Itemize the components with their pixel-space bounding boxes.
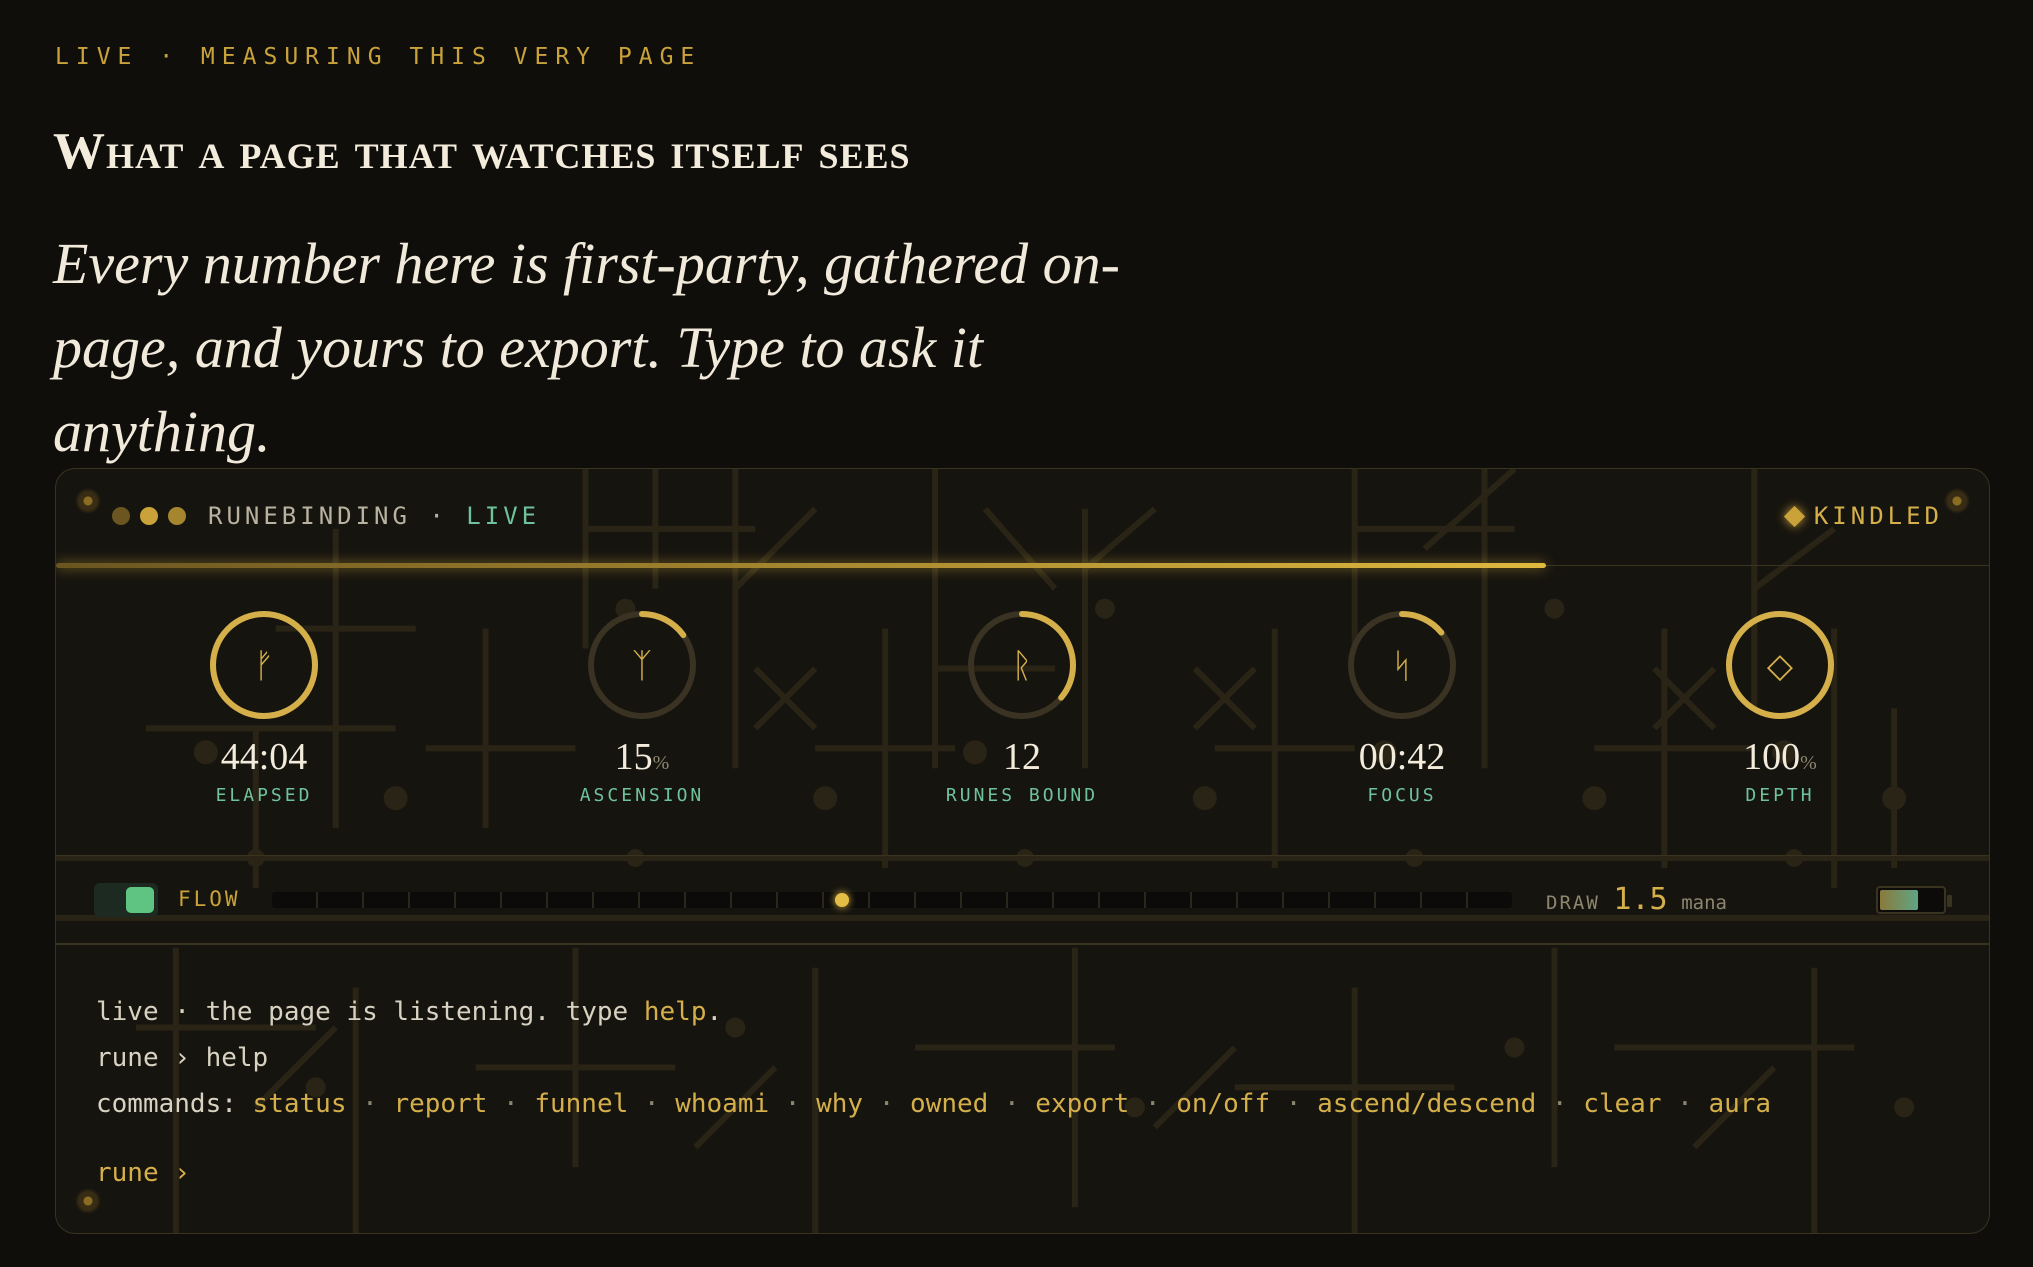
console-line: rune › help [96, 1043, 269, 1073]
state-label: KINDLED [1813, 502, 1943, 530]
panel-title: RUNEBINDING · LIVE [208, 502, 540, 530]
window-dots [112, 507, 186, 525]
command-owned[interactable]: owned [910, 1089, 988, 1119]
draw-value: 1.5 [1613, 882, 1668, 917]
command-report[interactable]: report [393, 1089, 487, 1119]
separator: · [769, 1089, 817, 1119]
separator: · [628, 1089, 676, 1119]
help-command: help [643, 997, 707, 1027]
flow-slider[interactable] [272, 892, 1512, 908]
gauge-row: ᚠ 44:04 ELAPSED ᛉ 15% ASCENSION ᚱ 12 RUNES BOUND… [56, 609, 1989, 809]
flow-row: FLOW DRAW 1.5 mana [56, 855, 1989, 945]
draw-label: DRAW [1546, 892, 1600, 914]
page: LIVE · MEASURING THIS VERY PAGE What a p… [0, 0, 2033, 1267]
ingwaz-rune-icon: ◇ [1767, 646, 1794, 686]
separator: · [988, 1089, 1036, 1119]
dot-icon [140, 507, 158, 525]
algiz-rune-icon: ᛉ [632, 646, 652, 686]
gauge-value: 15% [532, 735, 752, 779]
command-why[interactable]: why [816, 1089, 863, 1119]
console-text: . [706, 997, 723, 1027]
session-progress-bar [56, 563, 1546, 568]
gauge-number: 00:42 [1358, 736, 1446, 778]
gauge-ring: ᛉ [588, 611, 696, 719]
gauge-ring: ᚠ [210, 611, 318, 719]
dot-icon [168, 507, 186, 525]
panel-title-text: RUNEBINDING · [208, 502, 448, 530]
battery-cap [1947, 895, 1952, 907]
console-text: live · the page is listening. type [96, 997, 644, 1027]
gauge-label: DEPTH [1745, 785, 1815, 806]
gauge-label: ELAPSED [215, 785, 313, 806]
lede: Every number here is first-party, gather… [53, 231, 1120, 464]
prompt-label: rune › [96, 1158, 190, 1188]
panel-header: RUNEBINDING · LIVE KINDLED [56, 469, 1989, 566]
command-clear[interactable]: clear [1583, 1089, 1661, 1119]
draw-unit: mana [1681, 892, 1727, 914]
command-aura[interactable]: aura [1708, 1089, 1771, 1119]
gauge-value: 100% [1670, 735, 1890, 779]
gauge-ring: ᛋ [1348, 611, 1456, 719]
gauge-ring: ◇ [1726, 611, 1834, 719]
commands-line: commands: status · report · funnel · who… [96, 1081, 1956, 1127]
separator: · [1270, 1089, 1318, 1119]
command-whoami[interactable]: whoami [675, 1089, 769, 1119]
flow-label: FLOW [178, 887, 241, 911]
command-export[interactable]: export [1035, 1089, 1129, 1119]
separator: · [863, 1089, 911, 1119]
mana-battery-icon [1876, 886, 1952, 914]
command-funnel[interactable]: funnel [534, 1089, 628, 1119]
flow-toggle[interactable] [94, 883, 158, 917]
commands-label: commands: [96, 1089, 237, 1119]
page-title: What a page that watches itself sees [53, 123, 911, 180]
gauge-label: FOCUS [1367, 785, 1437, 806]
gauge-value: 12 [912, 735, 1132, 779]
corner-orb-icon [74, 1187, 102, 1215]
toggle-knob [126, 887, 154, 913]
gauge-label: ASCENSION [579, 785, 705, 806]
gauge-focus: ᛋ 00:42 FOCUS [1292, 609, 1512, 806]
gauge-label: RUNES BOUND [945, 785, 1099, 806]
gauge-number: 12 [1003, 736, 1041, 778]
separator: · [346, 1089, 394, 1119]
gauge-number: 15 [614, 736, 653, 778]
command-status[interactable]: status [253, 1089, 347, 1119]
gauge-value: 00:42 [1292, 735, 1512, 779]
command-ascend-descend[interactable]: ascend/descend [1317, 1089, 1536, 1119]
eyebrow: LIVE · MEASURING THIS VERY PAGE [55, 44, 702, 70]
gauge-value: 44:04 [154, 735, 374, 779]
live-label: LIVE [466, 502, 541, 530]
console-output: live · the page is listening. type help.… [96, 989, 1956, 1127]
runebinding-panel: RUNEBINDING · LIVE KINDLED ᚠ 44:04 ELAPSED… [55, 468, 1990, 1234]
gauge-ring: ᚱ [968, 611, 1076, 719]
gauge-depth: ◇ 100% DEPTH [1670, 609, 1890, 806]
dot-icon [112, 507, 130, 525]
battery-fill [1880, 890, 1919, 910]
gauge-unit: % [1800, 752, 1817, 774]
console-line: live · the page is listening. type help. [96, 989, 1956, 1035]
sowilo-rune-icon: ᛋ [1392, 646, 1412, 686]
separator: · [1661, 1089, 1709, 1119]
gauge-elapsed: ᚠ 44:04 ELAPSED [154, 609, 374, 806]
command-on-off[interactable]: on/off [1176, 1089, 1270, 1119]
fehu-rune-icon: ᚠ [254, 646, 274, 686]
raido-rune-icon: ᚱ [1012, 646, 1032, 686]
console-prompt[interactable]: rune › [96, 1158, 190, 1188]
gauge-unit: % [652, 752, 670, 774]
gauge-runes-bound: ᚱ 12 RUNES BOUND [912, 609, 1132, 806]
gauge-ascension: ᛉ 15% ASCENSION [532, 609, 752, 806]
gauge-number: 44:04 [220, 736, 308, 778]
separator: · [1536, 1089, 1584, 1119]
state-badge: KINDLED [1783, 502, 1943, 530]
diamond-icon [1783, 505, 1805, 527]
separator: · [1129, 1089, 1177, 1119]
separator: · [487, 1089, 535, 1119]
draw-readout: DRAW 1.5 mana [1546, 882, 1727, 917]
gauge-number: 100 [1743, 736, 1801, 778]
